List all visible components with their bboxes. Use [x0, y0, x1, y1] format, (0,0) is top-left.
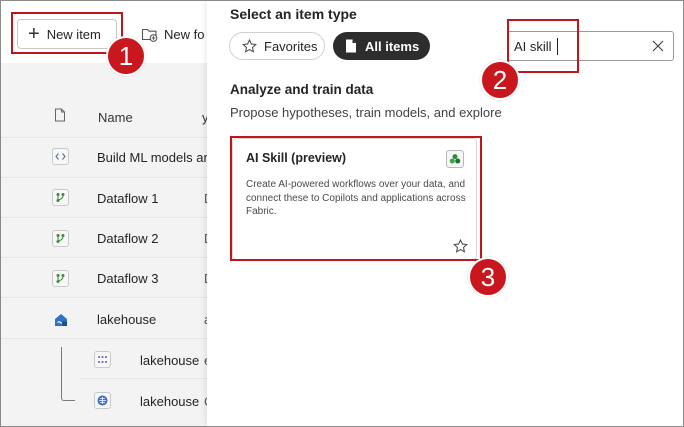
table-row[interactable]: Dataflow 3 D	[1, 257, 207, 297]
new-folder-button[interactable]: New fo	[141, 19, 204, 49]
plus-icon: +	[28, 23, 40, 45]
row-name[interactable]: lakehouse	[140, 394, 199, 409]
panel-title: Select an item type	[230, 6, 357, 22]
new-folder-icon	[141, 28, 158, 42]
table-row[interactable]: lakehouse C	[1, 379, 207, 419]
row-name[interactable]: lakehouse	[97, 312, 156, 327]
favorite-star-icon[interactable]	[453, 239, 468, 253]
ai-skill-icon	[446, 150, 464, 168]
all-items-filter-button[interactable]: All items	[333, 32, 430, 60]
table-row[interactable]: Dataflow 2 D	[1, 217, 207, 257]
lakehouse-icon	[52, 311, 69, 328]
card-description: Create AI-powered workflows over your da…	[246, 179, 466, 217]
new-item-panel: Select an item type Favorites All items …	[207, 1, 683, 426]
name-column-header[interactable]: Name	[98, 110, 133, 125]
step-badge-2: 2	[480, 60, 520, 100]
document-icon	[346, 39, 356, 53]
notebook-icon	[52, 148, 69, 165]
search-input[interactable]	[514, 37, 644, 55]
step-badge-1: 1	[106, 36, 146, 76]
table-header: Name y	[1, 95, 207, 137]
workspace-toolbar: + New item New fo	[1, 1, 207, 63]
step-badge-3: 3	[468, 257, 508, 297]
section-description: Propose hypotheses, train models, and ex…	[230, 105, 504, 120]
table-row[interactable]: lakehouse a	[1, 297, 207, 337]
all-items-label: All items	[365, 38, 420, 54]
row-name[interactable]: Dataflow 1	[97, 191, 158, 206]
dataflow-icon	[52, 189, 69, 206]
table-row[interactable]: Dataflow 1 D	[1, 177, 207, 217]
sql-endpoint-icon	[94, 351, 111, 368]
new-item-button[interactable]: + New item	[17, 19, 117, 49]
star-icon	[242, 39, 257, 53]
ai-skill-card[interactable]: AI Skill (preview) Create AI-powered wor…	[232, 138, 477, 260]
table-row[interactable]: Build ML models ar	[1, 137, 207, 177]
dataflow-icon	[52, 270, 69, 287]
row-name[interactable]: Dataflow 2	[97, 231, 158, 246]
favorites-filter-button[interactable]: Favorites	[229, 32, 325, 60]
new-folder-label: New fo	[164, 26, 205, 42]
new-item-label: New item	[46, 26, 101, 42]
item-type-search-box[interactable]	[507, 31, 674, 61]
row-name[interactable]: lakehouse	[140, 353, 199, 368]
card-title: AI Skill (preview)	[246, 151, 347, 165]
table-row[interactable]: lakehouse e	[1, 338, 207, 378]
row-name[interactable]: Dataflow 3	[97, 271, 158, 286]
close-icon[interactable]	[652, 40, 664, 52]
dataflow-icon	[52, 230, 69, 247]
file-type-icon	[55, 108, 65, 122]
text-cursor	[557, 38, 558, 55]
section-title: Analyze and train data	[230, 82, 374, 97]
workspace-panel: + New item New fo Name y Build ML models…	[1, 1, 207, 426]
favorites-label: Favorites	[264, 38, 318, 54]
row-name[interactable]: Build ML models ar	[97, 150, 207, 165]
semantic-model-icon	[94, 392, 111, 409]
